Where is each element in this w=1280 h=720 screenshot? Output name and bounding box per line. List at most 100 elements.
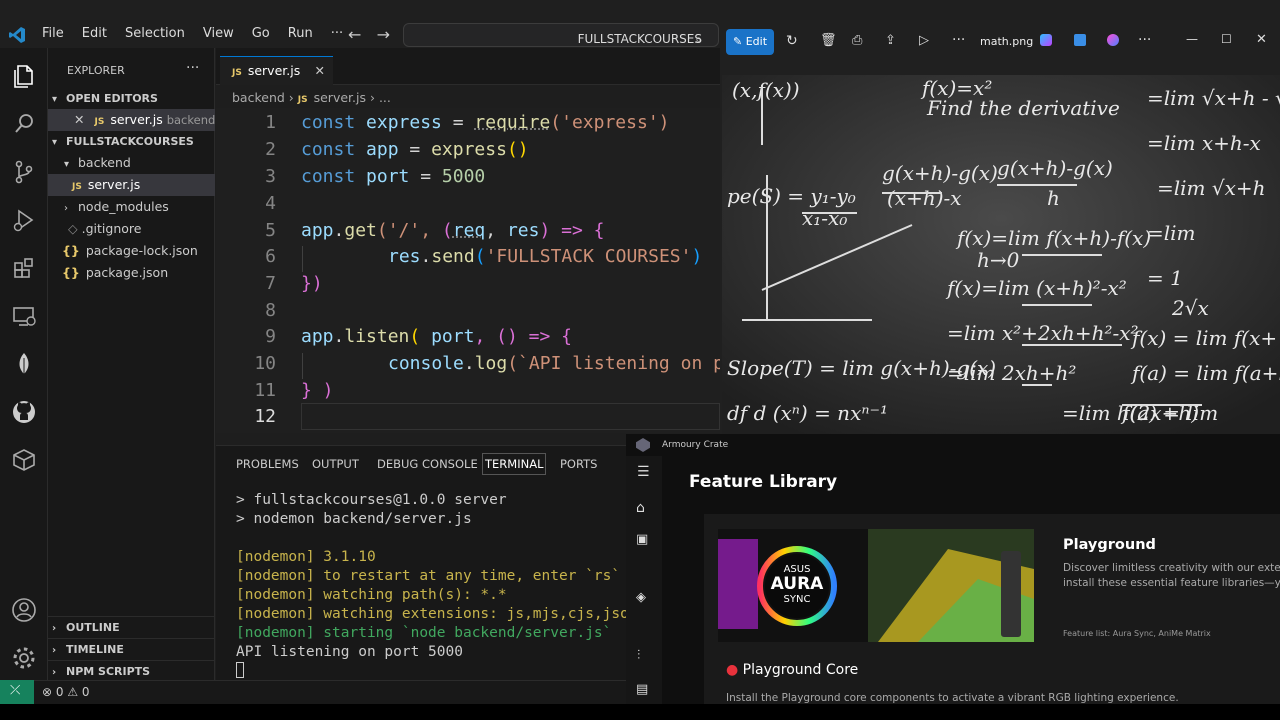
menu-bar: File Edit Selection View Go Run ···	[42, 26, 361, 41]
menu-selection[interactable]: Selection	[125, 26, 185, 41]
source-control-icon[interactable]	[10, 158, 38, 186]
delete-icon[interactable]: 🗑	[820, 33, 837, 48]
remote-indicator[interactable]: ⤫	[0, 680, 34, 704]
search-icon[interactable]	[10, 110, 38, 138]
svg-text:= 1: = 1	[1147, 266, 1183, 290]
photoshop-icon[interactable]	[1074, 34, 1086, 46]
tree-file-package-json[interactable]: {} package.json	[48, 262, 215, 284]
account-icon[interactable]	[10, 596, 38, 624]
slideshow-icon[interactable]: ▷	[919, 33, 929, 48]
svg-text:h: h	[1047, 186, 1060, 210]
playground-core-title: ● Playground Core	[726, 662, 859, 678]
project-header[interactable]: ▾ FULLSTACKCOURSES	[48, 131, 215, 153]
forward-arrow-icon[interactable]: →	[377, 25, 390, 44]
back-arrow-icon[interactable]: ←	[348, 25, 361, 44]
close-icon[interactable]: ✕	[74, 112, 84, 127]
tree-folder-backend[interactable]: ▾ backend	[48, 152, 215, 174]
js-file-icon: JS	[94, 117, 105, 127]
svg-text:=lim x+h-x: =lim x+h-x	[1147, 131, 1261, 155]
overflow-icon[interactable]: ···	[1138, 32, 1151, 48]
svg-text:Slope(T) = lim g(x+h)-g(x): Slope(T) = lim g(x+h)-g(x)	[727, 356, 996, 380]
tab-debug-console[interactable]: DEBUG CONSOLE	[377, 457, 478, 471]
tree-file-server-js[interactable]: JS server.js	[48, 174, 215, 196]
hamburger-menu-icon[interactable]: ☰	[637, 464, 650, 480]
share-icon[interactable]: ⇪	[885, 33, 896, 48]
tree-folder-node-modules[interactable]: › node_modules	[48, 196, 215, 218]
feature-library-heading: Feature Library	[689, 472, 838, 492]
terminal-line: [nodemon] watching path(s): *.*	[236, 587, 507, 603]
terminal-output[interactable]: > fullstackcourses@1.0.0 server > nodemon…	[236, 491, 638, 684]
rotate-icon[interactable]: ↻	[786, 33, 798, 49]
tab-terminal[interactable]: TERMINAL	[482, 453, 547, 475]
tree-file-gitignore[interactable]: ◇ .gitignore	[48, 218, 215, 240]
menu-more[interactable]: ···	[331, 26, 343, 41]
close-window-icon[interactable]: ✕	[1256, 32, 1267, 47]
aura-icon[interactable]: ◈	[636, 590, 646, 605]
timeline-header[interactable]: › TIMELINE	[48, 638, 215, 660]
timeline-label: TIMELINE	[66, 643, 124, 656]
tab-problems[interactable]: PROBLEMS	[236, 457, 299, 471]
edit-button[interactable]: ✎ Edit	[726, 29, 774, 55]
open-editor-item[interactable]: ✕ JS server.js backend	[48, 109, 215, 131]
breadcrumb-folder[interactable]: backend	[232, 90, 285, 105]
settings-sliders-icon[interactable]: ⫶	[637, 648, 640, 663]
activity-bar	[0, 48, 48, 680]
menu-run[interactable]: Run	[288, 26, 313, 41]
terminal-line: [nodemon] 3.1.10	[236, 549, 376, 565]
breadcrumb: backend › JS server.js › ...	[232, 90, 391, 105]
menu-edit[interactable]: Edit	[82, 26, 107, 41]
code-line: app.listen( port, () => {	[301, 326, 572, 347]
code-editor[interactable]: 1 2 3 4 5 6 7 8 9 10 11 12 const express…	[216, 108, 720, 433]
open-editors-header[interactable]: ▾ OPEN EDITORS	[48, 88, 215, 110]
close-icon[interactable]: ✕	[315, 57, 325, 85]
svg-text:=lim: =lim	[1147, 221, 1196, 245]
mongodb-leaf-icon[interactable]	[10, 350, 38, 378]
open-editors-label: OPEN EDITORS	[66, 92, 158, 105]
tab-server-js[interactable]: JS server.js ✕	[220, 56, 333, 85]
extensions-icon[interactable]	[10, 254, 38, 282]
line-number: 10	[254, 353, 276, 374]
terminal-line: [nodemon] to restart at any time, enter …	[236, 568, 621, 584]
gitignore-icon: ◇	[68, 221, 78, 236]
package-box-icon[interactable]	[10, 446, 38, 474]
terminal-line: [nodemon] watching extensions: js,mjs,cj…	[236, 606, 638, 622]
clipchamp-icon[interactable]	[1107, 34, 1119, 46]
print-icon[interactable]: ⎙	[852, 33, 862, 48]
menu-file[interactable]: File	[42, 26, 64, 41]
maximize-icon[interactable]: ☐	[1221, 32, 1232, 46]
gamevisual-icon[interactable]: ▤	[636, 682, 648, 697]
minimize-icon[interactable]: —	[1186, 32, 1198, 46]
outline-header[interactable]: › OUTLINE	[48, 616, 215, 638]
tab-output[interactable]: OUTPUT	[312, 457, 359, 471]
menu-go[interactable]: Go	[252, 26, 270, 41]
line-number: 9	[265, 326, 276, 347]
armoury-crate-window: Armoury Crate ☰ ⌂ ▣ ◈ ⫶ ▤ Feature Librar…	[626, 434, 1280, 704]
settings-gear-icon[interactable]	[10, 644, 38, 672]
armoury-title: Armoury Crate	[662, 440, 729, 450]
command-center[interactable]: ⌕ FULLSTACKCOURSES	[403, 23, 719, 47]
tree-file-package-lock[interactable]: {} package-lock.json	[48, 240, 215, 262]
explorer-more-icon[interactable]: ···	[186, 60, 199, 76]
npm-scripts-header[interactable]: › NPM SCRIPTS	[48, 660, 215, 682]
remote-explorer-icon[interactable]	[10, 302, 38, 330]
breadcrumb-file[interactable]: server.js	[314, 90, 366, 105]
card-title: Playground	[1063, 537, 1156, 553]
menu-view[interactable]: View	[203, 26, 234, 41]
js-file-icon: JS	[72, 182, 82, 192]
playground-card[interactable]: ASUS AURA SYNC Playground Discover limit…	[704, 514, 1280, 704]
json-file-icon: {}	[62, 243, 80, 258]
run-debug-icon[interactable]	[10, 206, 38, 234]
breadcrumb-more[interactable]: ...	[379, 90, 391, 105]
folder-label: backend	[78, 155, 131, 170]
explorer-icon[interactable]	[10, 62, 38, 90]
github-icon[interactable]	[10, 398, 38, 426]
home-icon[interactable]: ⌂	[636, 500, 645, 516]
file-label: .gitignore	[81, 221, 142, 236]
more-icon[interactable]: ···	[952, 32, 965, 48]
problems-count[interactable]: ⊗ 0 ⚠ 0	[42, 685, 90, 699]
copilot-icon[interactable]	[1040, 34, 1052, 46]
device-icon[interactable]: ▣	[636, 532, 648, 547]
tab-ports[interactable]: PORTS	[560, 457, 597, 471]
svg-text:g(x+h)-g(x): g(x+h)-g(x)	[997, 156, 1113, 180]
chalkboard-image: Find the derivative f(x)=x² (x,f(x)) pe(…	[722, 75, 1280, 434]
